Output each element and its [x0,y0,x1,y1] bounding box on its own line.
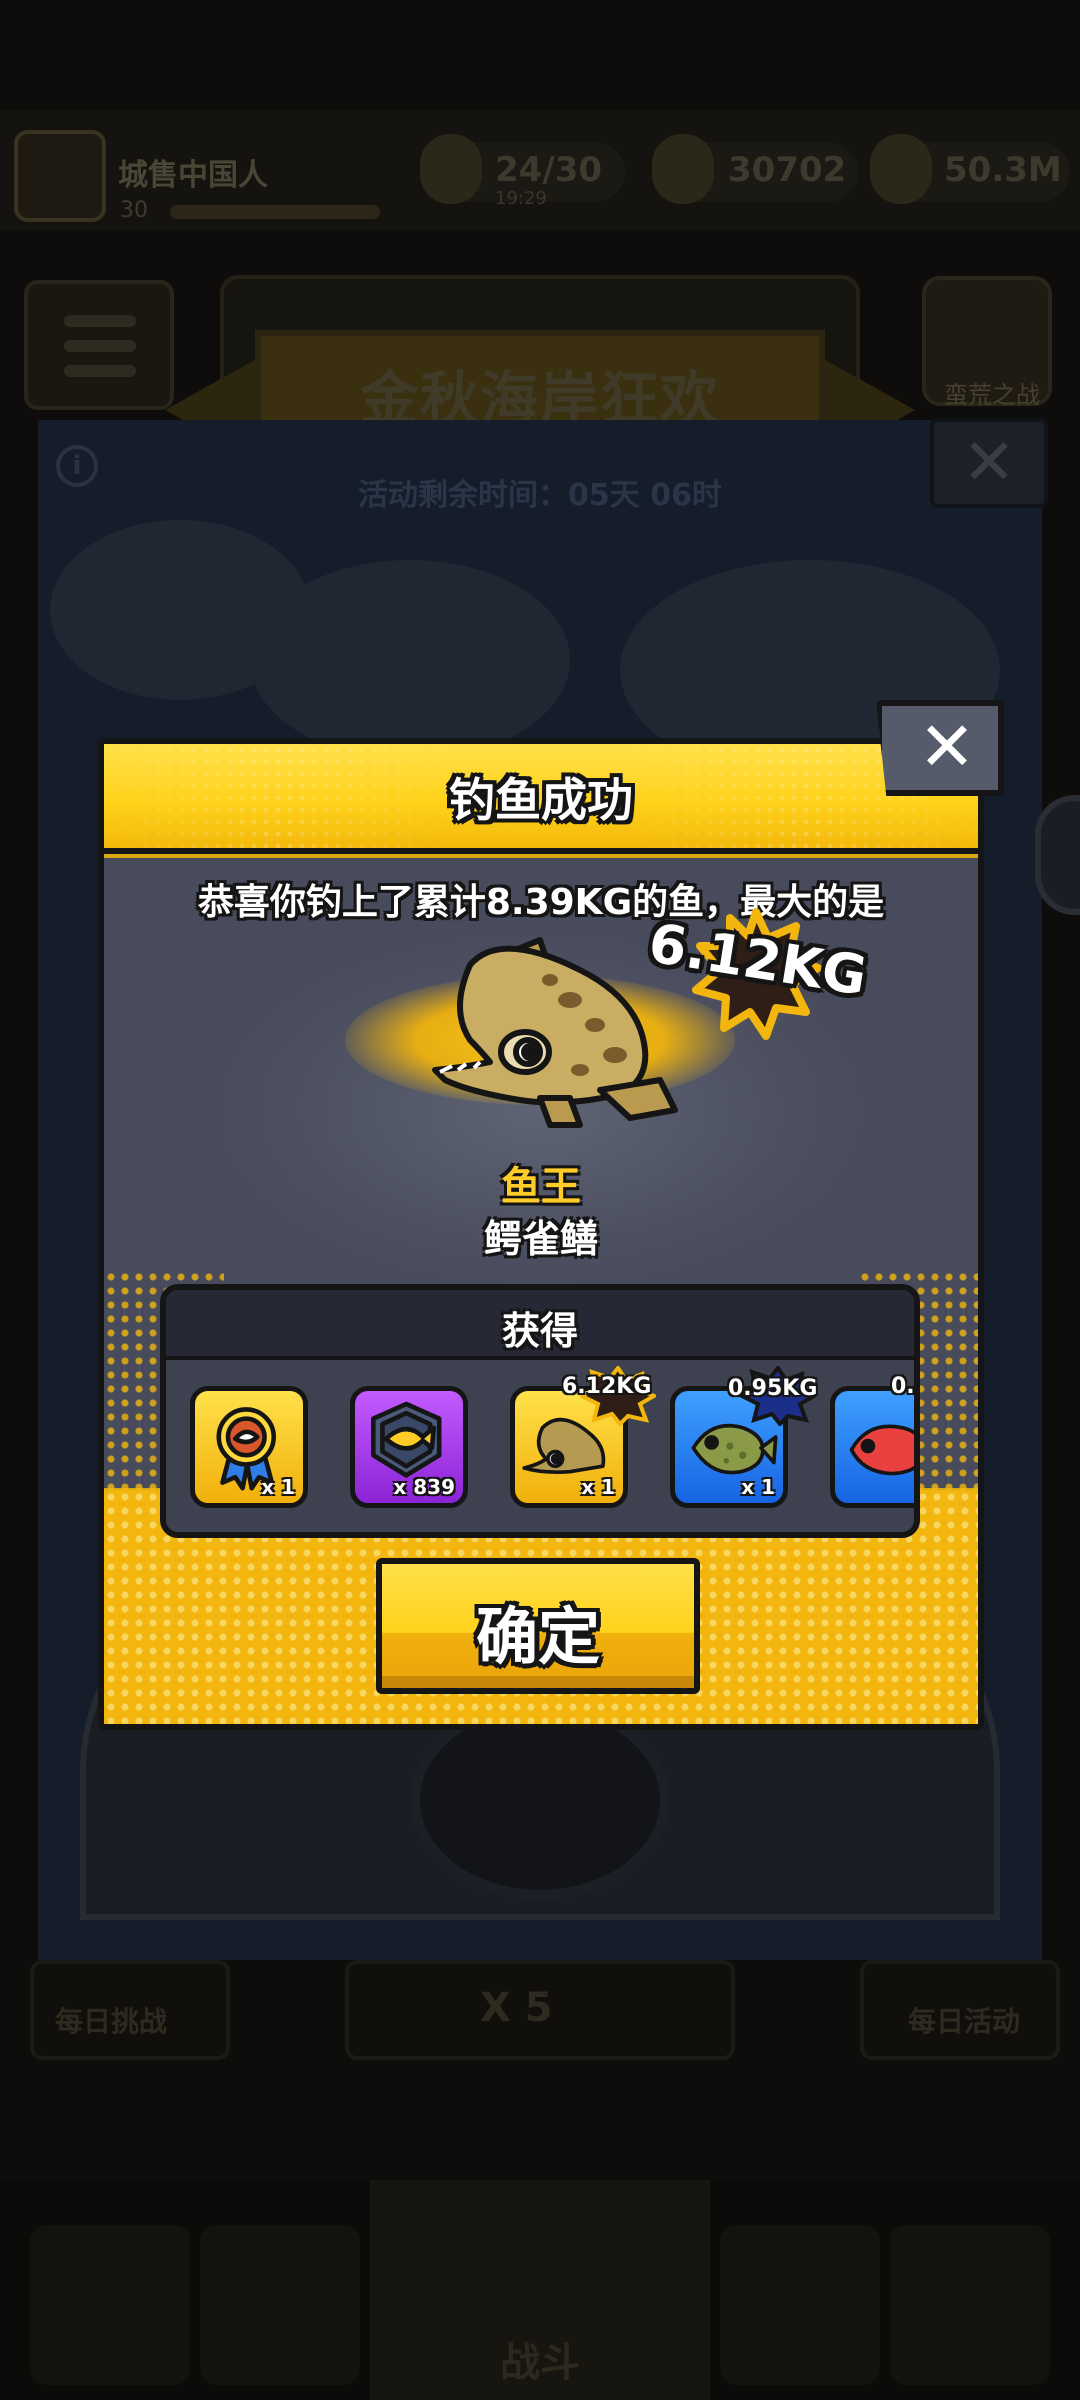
reward-count: x 1 [261,1475,295,1499]
cast-counter-label: X 5 [480,1985,553,2031]
weight-badge-label: 6.12KG [562,1374,652,1399]
rewards-panel: 获得 x 1 x 839 x 1 x 1 6.12KG 0.95KG 0. [160,1284,920,1538]
dialog-title: 钓鱼成功 [449,773,633,827]
nav-shop-tab[interactable] [30,2225,190,2385]
rewards-list[interactable]: x 1 x 839 x 1 x 1 6.12KG 0.95KG 0. [166,1364,914,1532]
player-name: 城售中国人 [118,158,268,193]
coin-value: 30702 [728,150,847,190]
info-icon[interactable]: i [56,445,98,487]
cloud [250,560,570,760]
menu-icon-line [64,365,136,377]
nav-fish-tab[interactable] [720,2225,880,2385]
nav-equipment-tab[interactable] [200,2225,360,2385]
nav-rod-tab[interactable] [890,2225,1050,2385]
rewards-title: 获得 [501,1309,578,1353]
level-progress-bar [170,205,380,219]
congrats-message: 恭喜你钓上了累计8.39KG的鱼，最大的是 [197,882,885,923]
red-fish-icon [849,1424,914,1476]
menu-icon-line [64,340,136,352]
cash-icon [870,134,932,204]
fishing-reel [410,1700,670,1900]
event-close-button[interactable]: ✕ [930,418,1048,508]
cash-value: 50.3M [944,150,1062,190]
event-badge-label: 蛮荒之战 [944,381,1040,409]
energy-value: 24/30 [495,150,603,190]
fish-rank-title: 鱼王 [501,1164,581,1210]
weight-badge-label: 0. [891,1374,915,1399]
energy-timer: 19:29 [495,188,547,209]
nav-battle-label: 战斗 [500,2340,580,2386]
weight-badge-label: 0.95KG [728,1376,818,1401]
event-timer: 活动剩余时间：05天 06时 [358,478,722,513]
energy-icon [420,134,482,204]
player-avatar[interactable] [14,130,106,222]
confirm-button[interactable]: 确定 [376,1558,700,1694]
reward-slot-fish-token[interactable]: x 839 [350,1386,468,1508]
reward-count: x 839 [393,1475,455,1499]
reward-count: x 1 [581,1475,615,1499]
side-bubble-button[interactable] [1035,795,1080,915]
reward-slot-red-fish[interactable]: x [830,1386,914,1508]
daily-event-label: 每日活动 [908,2005,1021,2038]
close-icon: ✕ [962,426,1016,500]
dialog-close-button[interactable]: ✕ [876,700,1004,796]
reward-slot-medal[interactable]: x 1 [190,1386,308,1508]
fish-name: 鳄雀鳝 [483,1217,598,1261]
player-level: 30 [120,198,148,223]
menu-icon [64,315,136,327]
close-icon: ✕ [918,708,976,787]
confirm-label: 确定 [475,1600,600,1673]
reward-count: x 1 [741,1475,775,1499]
daily-challenge-label: 每日挑战 [55,2005,168,2038]
coin-icon [652,134,714,204]
